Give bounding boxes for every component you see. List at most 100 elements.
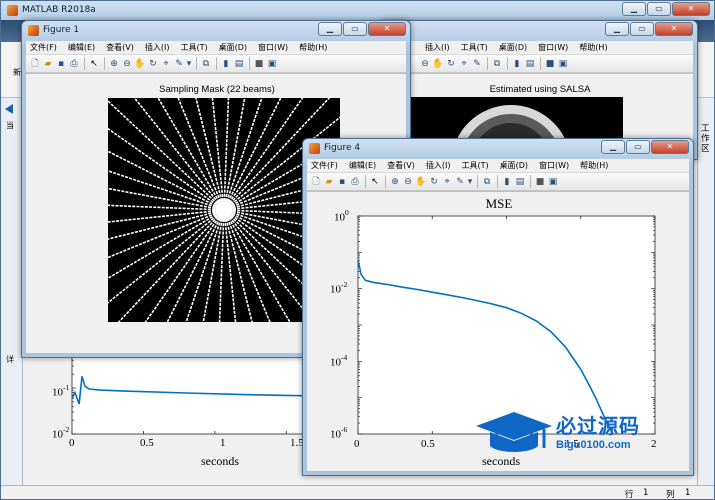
- legend-icon[interactable]: ▤: [514, 176, 526, 188]
- brush-icon[interactable]: ✎: [454, 176, 466, 188]
- pointer-icon[interactable]: ↖: [369, 176, 381, 188]
- legend-icon[interactable]: ▤: [233, 58, 245, 70]
- workspace-label[interactable]: 工作区: [701, 124, 711, 154]
- figure4-menu-edit[interactable]: 编辑(E): [349, 160, 376, 171]
- minimize-icon[interactable]: ▁: [622, 2, 646, 16]
- mse-y-tick-2: 10-4: [330, 353, 348, 369]
- pan-hand-icon[interactable]: ✋: [415, 176, 427, 188]
- figure1-minimize-icon[interactable]: ▁: [318, 22, 342, 36]
- figure-salsa-close-icon[interactable]: ✕: [655, 22, 693, 36]
- figure-salsa-minimize-icon[interactable]: ▁: [605, 22, 629, 36]
- figure1-menu-view[interactable]: 查看(V): [106, 42, 134, 53]
- mse-x-tick-0: 0: [354, 438, 360, 450]
- brush-icon[interactable]: ✎: [173, 58, 185, 70]
- link-plot-icon[interactable]: ⧉: [491, 58, 503, 70]
- hide-plot-tools-icon[interactable]: ■: [544, 58, 556, 70]
- print-icon[interactable]: ⎙: [68, 58, 80, 70]
- brush-icon[interactable]: ✎: [471, 58, 483, 70]
- pointer-icon[interactable]: ↖: [88, 58, 100, 70]
- figure-salsa-titlebar: ▁ ▭ ✕: [381, 21, 697, 39]
- figure4-menu-insert[interactable]: 插入(I): [426, 160, 451, 171]
- figure-salsa-menu-window[interactable]: 窗口(W): [538, 42, 568, 53]
- figure4-menu-help[interactable]: 帮助(H): [580, 160, 608, 171]
- figure4-menu-tools[interactable]: 工具(T): [461, 160, 488, 171]
- zoom-out-icon[interactable]: ⊖: [402, 176, 414, 188]
- open-folder-icon[interactable]: ▰: [323, 176, 335, 188]
- figure-salsa-menu-tools[interactable]: 工具(T): [461, 42, 488, 53]
- figure1-menu-window[interactable]: 窗口(W): [258, 42, 288, 53]
- zoom-in-icon[interactable]: ⊕: [389, 176, 401, 188]
- matlab-title: MATLAB R2018a: [22, 5, 96, 15]
- figure4-matlab-icon: [309, 142, 320, 154]
- show-plot-tools-icon[interactable]: ▣: [557, 58, 569, 70]
- figure4-minimize-icon[interactable]: ▁: [601, 140, 625, 154]
- sampling-mask-center: [215, 201, 233, 219]
- close-icon[interactable]: ✕: [672, 2, 710, 16]
- legend-icon[interactable]: ▤: [524, 58, 536, 70]
- colorbar-icon[interactable]: ▮: [220, 58, 232, 70]
- pan-hand-icon[interactable]: ✋: [432, 58, 444, 70]
- figure1-title: Figure 1: [43, 25, 80, 35]
- figure1-menu-help[interactable]: 帮助(H): [299, 42, 327, 53]
- figure1-menu-file[interactable]: 文件(F): [30, 42, 57, 53]
- figure4-menu-desktop[interactable]: 桌面(D): [500, 160, 528, 171]
- save-icon[interactable]: ▪: [55, 58, 67, 70]
- zoom-out-icon[interactable]: ⊖: [419, 58, 431, 70]
- figure1-plot-title: Sampling Mask (22 beams): [159, 84, 275, 95]
- save-icon[interactable]: ▪: [336, 176, 348, 188]
- figure4-menu-file[interactable]: 文件(F): [311, 160, 338, 171]
- figure-salsa-menu-insert[interactable]: 插入(I): [425, 42, 450, 53]
- figure4-menu-window[interactable]: 窗口(W): [539, 160, 569, 171]
- figure4-titlebar: Figure 4 ▁ ▭ ✕: [303, 139, 693, 157]
- figure4-maximize-icon[interactable]: ▭: [626, 140, 650, 154]
- watermark: 必过源码 Bigu0100.com: [474, 408, 684, 460]
- show-plot-tools-icon[interactable]: ▣: [547, 176, 559, 188]
- left-strip-label-new: 新: [13, 68, 21, 77]
- rotate-3d-icon[interactable]: ↻: [445, 58, 457, 70]
- rotate-3d-icon[interactable]: ↻: [428, 176, 440, 188]
- new-file-icon[interactable]: 🗋: [310, 176, 322, 188]
- figure4-menu-view[interactable]: 查看(V): [387, 160, 415, 171]
- figure1-menu-desktop[interactable]: 桌面(D): [219, 42, 247, 53]
- figure1-menu-insert[interactable]: 插入(I): [145, 42, 170, 53]
- rotate-3d-icon[interactable]: ↻: [147, 58, 159, 70]
- figure1-matlab-icon: [28, 24, 39, 36]
- figure-salsa-menubar: 插入(I) 工具(T) 桌面(D) 窗口(W) 帮助(H): [385, 41, 693, 55]
- figure1-menu-tools[interactable]: 工具(T): [180, 42, 207, 53]
- maximize-icon[interactable]: ▭: [647, 2, 671, 16]
- colorbar-icon[interactable]: ▮: [501, 176, 513, 188]
- new-file-icon[interactable]: 🗋: [29, 58, 41, 70]
- hide-plot-tools-icon[interactable]: ■: [253, 58, 265, 70]
- zoom-out-icon[interactable]: ⊖: [121, 58, 133, 70]
- figure-salsa-menu-help[interactable]: 帮助(H): [579, 42, 607, 53]
- figure1-menu-edit[interactable]: 编辑(E): [68, 42, 95, 53]
- link-plot-icon[interactable]: ⧉: [481, 176, 493, 188]
- data-cursor-icon[interactable]: ⌖: [160, 58, 172, 70]
- data-cursor-icon[interactable]: ⌖: [458, 58, 470, 70]
- figure1-close-icon[interactable]: ✕: [368, 22, 406, 36]
- back-arrow-icon[interactable]: [5, 104, 13, 114]
- background-plot: [71, 341, 322, 435]
- status-col-label: 列: [666, 490, 675, 500]
- colorbar-icon[interactable]: ▮: [511, 58, 523, 70]
- brush-dropdown-icon[interactable]: ▾: [467, 176, 473, 188]
- zoom-in-icon[interactable]: ⊕: [108, 58, 120, 70]
- hide-plot-tools-icon[interactable]: ■: [534, 176, 546, 188]
- graduation-cap-top: [476, 412, 552, 440]
- background-x-tick-2: 1: [220, 437, 226, 449]
- link-plot-icon[interactable]: ⧉: [200, 58, 212, 70]
- matlab-logo-icon: [7, 4, 18, 16]
- pan-hand-icon[interactable]: ✋: [134, 58, 146, 70]
- left-strip-label-current: 当: [6, 121, 14, 130]
- status-col-value: 1: [685, 488, 691, 498]
- brush-dropdown-icon[interactable]: ▾: [186, 58, 192, 70]
- show-plot-tools-icon[interactable]: ▣: [266, 58, 278, 70]
- print-icon[interactable]: ⎙: [349, 176, 361, 188]
- figure-salsa-maximize-icon[interactable]: ▭: [630, 22, 654, 36]
- figure4-close-icon[interactable]: ✕: [651, 140, 689, 154]
- figure1-maximize-icon[interactable]: ▭: [343, 22, 367, 36]
- figure-salsa-menu-desktop[interactable]: 桌面(D): [499, 42, 527, 53]
- data-cursor-icon[interactable]: ⌖: [441, 176, 453, 188]
- open-folder-icon[interactable]: ▰: [42, 58, 54, 70]
- background-x-tick-1: 0.5: [140, 437, 154, 449]
